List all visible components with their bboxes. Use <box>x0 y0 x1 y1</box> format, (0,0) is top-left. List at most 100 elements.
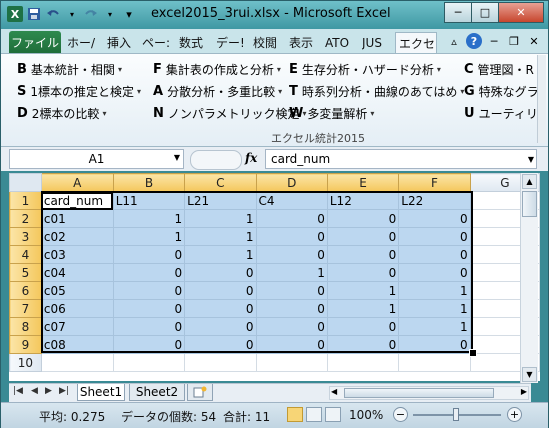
ribbon-btn-multivariate[interactable]: W 多変量解析 ▾ <box>289 105 374 122</box>
page-break-view-icon[interactable] <box>325 407 341 422</box>
cell[interactable]: c03 <box>40 245 114 264</box>
zoom-out-icon[interactable]: − <box>393 407 408 422</box>
cell[interactable]: L21 <box>184 191 257 210</box>
cell[interactable]: card_num <box>40 191 114 210</box>
cell[interactable]: 0 <box>255 227 328 246</box>
excel-logo-icon[interactable]: X <box>7 6 23 22</box>
cell[interactable]: 0 <box>255 209 328 228</box>
cell[interactable]: 1 <box>326 281 400 300</box>
cell[interactable]: 0 <box>184 263 257 282</box>
minimize-button[interactable]: ─ <box>444 2 472 23</box>
ribbon-collapse-icon[interactable]: ▵ <box>446 33 462 49</box>
workbook-restore-icon[interactable]: ❐ <box>506 33 522 49</box>
cell[interactable]: 0 <box>326 227 400 246</box>
row-header[interactable]: 6 <box>9 281 42 300</box>
column-header[interactable]: E <box>326 173 400 192</box>
cell[interactable]: 0 <box>184 299 257 318</box>
cell[interactable]: 0 <box>326 317 400 336</box>
cell[interactable]: c05 <box>40 281 114 300</box>
cell[interactable]: 0 <box>326 335 400 354</box>
scroll-right-icon[interactable]: ▶ <box>521 387 527 396</box>
cell[interactable]: 0 <box>255 299 328 318</box>
ribbon-btn-timeseries[interactable]: T 時系列分析・曲線のあてはめ ▾ <box>289 83 464 100</box>
cell[interactable]: c02 <box>40 227 114 246</box>
save-icon[interactable] <box>26 6 42 22</box>
ribbon-btn-two-sample[interactable]: D 2標本の比較 ▾ <box>17 105 106 122</box>
workbook-minimize-icon[interactable]: ─ <box>486 33 502 49</box>
scroll-left-icon[interactable]: ◀ <box>331 387 337 396</box>
row-header[interactable]: 3 <box>9 227 42 246</box>
insert-sheet-icon[interactable] <box>187 384 213 401</box>
tab-view[interactable]: 表示 <box>289 32 317 53</box>
cell[interactable]: 0 <box>326 263 400 282</box>
cell[interactable] <box>112 353 186 372</box>
zoom-level[interactable]: 100% <box>349 408 383 422</box>
cell[interactable]: L12 <box>326 191 400 210</box>
zoom-slider-thumb[interactable] <box>453 408 459 421</box>
cell[interactable]: 1 <box>255 263 328 282</box>
tab-formulas[interactable]: 数式 <box>179 32 209 53</box>
ribbon-btn-control-chart[interactable]: C 管理図・R <box>464 61 534 78</box>
row-header[interactable]: 10 <box>9 353 42 372</box>
row-header[interactable]: 7 <box>9 299 42 318</box>
cell[interactable]: 0 <box>184 335 257 354</box>
redo-icon[interactable] <box>83 6 99 22</box>
cell[interactable]: 0 <box>112 263 186 282</box>
cell[interactable] <box>255 353 328 372</box>
ribbon-btn-basic-stats[interactable]: B 基本統計・相関 ▾ <box>17 61 122 78</box>
tab-file[interactable]: ファイル <box>9 31 61 53</box>
cell[interactable] <box>40 353 114 372</box>
cell[interactable]: 1 <box>398 317 471 336</box>
vertical-scroll-thumb[interactable] <box>522 191 537 217</box>
cell[interactable]: 0 <box>326 245 400 264</box>
ribbon-btn-nonparametric[interactable]: N ノンパラメトリック検定 ▾ <box>153 105 307 122</box>
cell[interactable]: 1 <box>184 227 257 246</box>
cell[interactable]: 0 <box>398 245 471 264</box>
cell[interactable]: 0 <box>398 335 471 354</box>
prev-sheet-icon[interactable]: ◀ <box>31 386 38 396</box>
cell[interactable]: 1 <box>326 299 400 318</box>
ribbon-btn-survival[interactable]: E 生存分析・ハザード分析 ▾ <box>289 61 441 78</box>
cell[interactable]: 1 <box>112 209 186 228</box>
cell[interactable] <box>184 353 257 372</box>
cell[interactable]: 0 <box>398 263 471 282</box>
tab-review[interactable]: 校閲 <box>253 32 281 53</box>
tab-ato[interactable]: ATO <box>325 32 355 53</box>
row-header[interactable]: 5 <box>9 263 42 282</box>
row-header[interactable]: 4 <box>9 245 42 264</box>
customize-toolbar-icon[interactable]: ▾ <box>121 6 137 22</box>
ribbon-scrollbar[interactable] <box>537 55 546 143</box>
row-header[interactable]: 9 <box>9 335 42 354</box>
redo-dropdown-icon[interactable]: ▾ <box>102 6 118 22</box>
normal-view-icon[interactable] <box>287 407 303 422</box>
cell[interactable]: c04 <box>40 263 114 282</box>
expand-formula-icon[interactable]: ▼ <box>528 155 534 164</box>
maximize-button[interactable]: □ <box>471 2 499 23</box>
undo-icon[interactable] <box>45 6 61 22</box>
select-all-corner[interactable] <box>9 173 42 192</box>
ribbon-btn-crosstab[interactable]: F 集計表の作成と分析 ▾ <box>153 61 281 78</box>
column-header[interactable]: F <box>398 173 471 192</box>
cell[interactable]: 0 <box>184 281 257 300</box>
horizontal-scrollbar[interactable]: ◀ ▶ <box>329 386 529 400</box>
row-header[interactable]: 1 <box>9 191 42 210</box>
page-layout-view-icon[interactable] <box>306 407 322 422</box>
formula-input[interactable]: card_num ▼ <box>265 149 537 169</box>
help-icon[interactable]: ? <box>466 33 482 49</box>
cell[interactable]: c07 <box>40 317 114 336</box>
tab-insert[interactable]: 挿入 <box>107 32 135 53</box>
row-header[interactable]: 8 <box>9 317 42 336</box>
cell[interactable]: c01 <box>40 209 114 228</box>
cell[interactable]: 0 <box>255 281 328 300</box>
scroll-up-icon[interactable]: ▲ <box>522 174 537 189</box>
tab-excel-stat[interactable]: エクセ <box>395 32 437 54</box>
undo-dropdown-icon[interactable]: ▾ <box>64 6 80 22</box>
cell[interactable]: 0 <box>255 335 328 354</box>
close-button[interactable]: ✕ <box>498 2 544 23</box>
cell[interactable]: c06 <box>40 299 114 318</box>
cell[interactable]: 1 <box>112 227 186 246</box>
fill-handle[interactable] <box>469 349 477 357</box>
zoom-in-icon[interactable]: + <box>507 407 522 422</box>
cell[interactable]: 0 <box>184 317 257 336</box>
column-header[interactable]: D <box>255 173 328 192</box>
